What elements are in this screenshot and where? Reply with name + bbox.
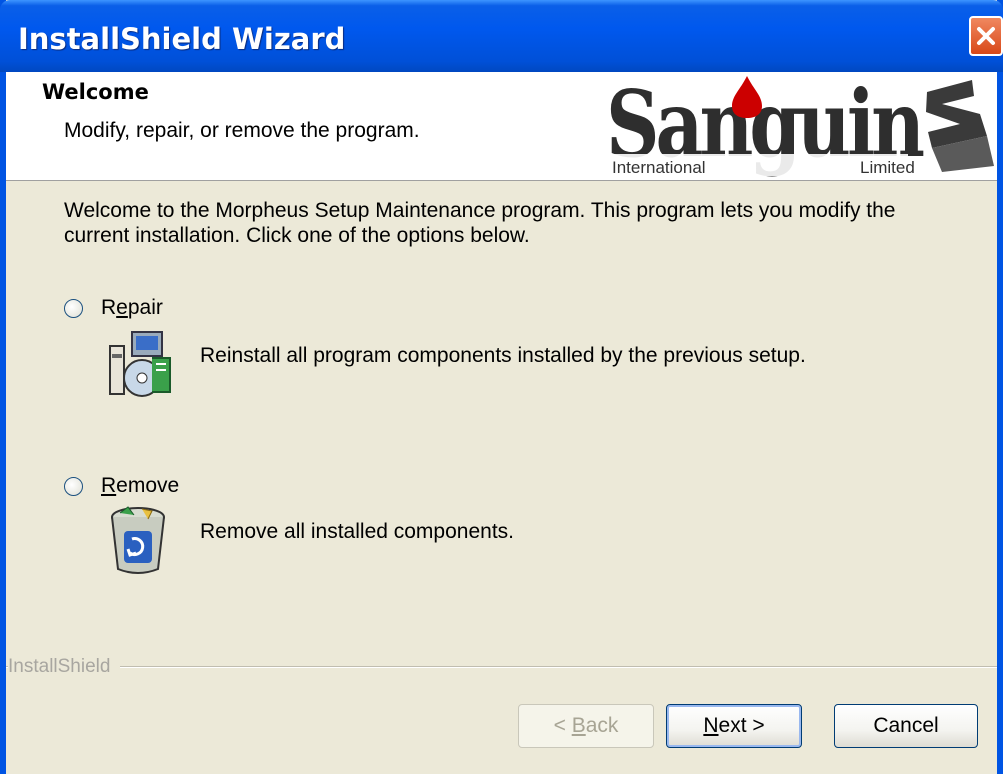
logo-international: International	[612, 158, 706, 177]
remove-label[interactable]: Remove	[101, 474, 179, 498]
page-title: Welcome	[42, 80, 149, 104]
header-banner: Welcome Modify, repair, or remove the pr…	[6, 72, 997, 181]
remove-option[interactable]: Remove	[64, 474, 179, 498]
intro-text: Welcome to the Morpheus Setup Maintenanc…	[64, 199, 896, 247]
logo-limited: Limited	[860, 158, 915, 177]
recycle-bin-icon	[111, 506, 165, 574]
back-button[interactable]: < Back	[518, 704, 654, 748]
repair-description: Reinstall all program components install…	[200, 344, 806, 367]
sanguin-logo: Sanguin International Limited	[606, 74, 994, 178]
installshield-brand: InstallShield	[8, 656, 121, 678]
repair-radio[interactable]	[64, 298, 83, 318]
repair-icon	[109, 331, 171, 397]
next-button[interactable]: Next >	[666, 704, 802, 748]
close-icon	[977, 27, 995, 45]
title-bar[interactable]: InstallShield Wizard	[0, 0, 1003, 72]
window-title: InstallShield Wizard	[18, 22, 346, 56]
installshield-wizard-window: InstallShield Wizard Welcome Modify, rep…	[0, 0, 1003, 774]
close-button[interactable]	[969, 16, 1003, 56]
remove-radio[interactable]	[64, 476, 83, 496]
remove-description: Remove all installed components.	[200, 520, 514, 543]
page-subtitle: Modify, repair, or remove the program.	[64, 119, 420, 142]
cancel-button[interactable]: Cancel	[834, 704, 978, 748]
repair-option[interactable]: Repair	[64, 296, 163, 320]
repair-label[interactable]: Repair	[101, 296, 163, 320]
separator-line	[6, 666, 997, 668]
